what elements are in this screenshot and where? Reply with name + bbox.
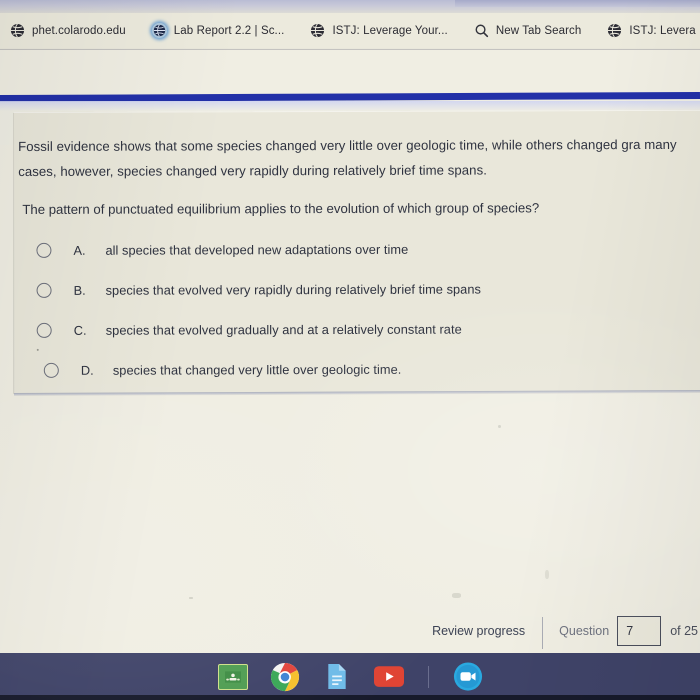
google-classroom-icon[interactable] bbox=[217, 662, 248, 692]
screen-speck bbox=[452, 593, 461, 598]
bookmark-istj-2[interactable]: ISTJ: Levera bbox=[607, 23, 696, 38]
taskbar-divider bbox=[427, 665, 429, 688]
radio-button-b[interactable] bbox=[36, 282, 52, 298]
globe-icon bbox=[310, 23, 325, 38]
youtube-icon[interactable] bbox=[373, 662, 404, 692]
answer-option-c[interactable]: C. species that evolved gradually and at… bbox=[23, 308, 683, 350]
answer-option-d[interactable]: D. species that changed very little over… bbox=[23, 348, 683, 390]
youtube-glyph bbox=[373, 666, 404, 687]
docs-glyph bbox=[327, 663, 346, 690]
google-docs-icon[interactable] bbox=[322, 662, 352, 692]
answer-option-b[interactable]: B. species that evolved very rapidly dur… bbox=[22, 268, 682, 310]
radio-button-a[interactable] bbox=[36, 242, 52, 258]
question-prompt: The pattern of punctuated equilibrium ap… bbox=[22, 200, 540, 217]
taskbar-icon-group bbox=[217, 662, 483, 699]
option-letter: B. bbox=[73, 282, 86, 298]
zoom-active-indicator bbox=[461, 695, 474, 699]
globe-icon bbox=[607, 23, 622, 38]
window-chrome-highlight bbox=[455, 0, 700, 7]
screen-speck bbox=[36, 348, 39, 351]
classroom-glyph bbox=[217, 663, 248, 690]
chrome-icon[interactable] bbox=[270, 662, 300, 692]
os-taskbar bbox=[0, 653, 700, 700]
question-number-input[interactable]: 7 bbox=[617, 616, 662, 646]
answer-option-a[interactable]: A. all species that developed new adapta… bbox=[22, 228, 682, 270]
option-text: species that evolved very rapidly during… bbox=[105, 281, 481, 298]
screen-speck bbox=[189, 597, 193, 599]
option-text: all species that developed new adaptatio… bbox=[105, 241, 409, 258]
bookmarks-bar: phet.colarodo.edu Lab Report 2.2 | Sc...… bbox=[0, 13, 700, 48]
review-progress-link[interactable]: Review progress bbox=[432, 617, 544, 649]
screen-speck bbox=[498, 425, 501, 428]
question-card: Fossil evidence shows that some species … bbox=[14, 109, 700, 395]
bookmark-label: phet.colarodo.edu bbox=[32, 24, 126, 37]
bookmark-lab-report[interactable]: Lab Report 2.2 | Sc... bbox=[151, 23, 285, 38]
bookmark-label: ISTJ: Leverage Your... bbox=[332, 24, 448, 37]
zoom-icon[interactable] bbox=[453, 662, 483, 699]
bookmark-new-tab-search[interactable]: New Tab Search bbox=[474, 23, 582, 38]
question-stem: Fossil evidence shows that some species … bbox=[18, 136, 677, 179]
radio-button-c[interactable] bbox=[36, 322, 52, 338]
screen-photo: phet.colarodo.edu Lab Report 2.2 | Sc...… bbox=[0, 0, 700, 700]
option-letter: C. bbox=[73, 322, 87, 338]
option-text: species that evolved gradually and at a … bbox=[105, 321, 462, 338]
bookmark-label: Lab Report 2.2 | Sc... bbox=[173, 24, 285, 37]
question-number-label: Question bbox=[559, 624, 610, 638]
chrome-glyph bbox=[270, 662, 299, 691]
quiz-footer-bar: Review progress Question 7 of 25 bbox=[0, 609, 700, 653]
option-letter: D. bbox=[80, 362, 94, 378]
bookmark-label: New Tab Search bbox=[495, 24, 582, 37]
globe-icon bbox=[151, 23, 167, 38]
search-icon bbox=[474, 23, 489, 38]
zoom-glyph bbox=[453, 662, 482, 691]
option-text: species that changed very little over ge… bbox=[112, 361, 402, 378]
bookmark-phet[interactable]: phet.colarodo.edu bbox=[10, 23, 126, 38]
question-total-label: of 25 bbox=[670, 624, 698, 638]
option-letter: A. bbox=[73, 242, 86, 258]
bookmark-label: ISTJ: Levera bbox=[629, 24, 696, 37]
globe-icon bbox=[10, 23, 25, 38]
answer-options-list: A. all species that developed new adapta… bbox=[22, 228, 682, 390]
radio-button-d[interactable] bbox=[43, 362, 59, 378]
bookmark-istj-1[interactable]: ISTJ: Leverage Your... bbox=[310, 23, 448, 38]
screen-speck bbox=[545, 570, 549, 579]
